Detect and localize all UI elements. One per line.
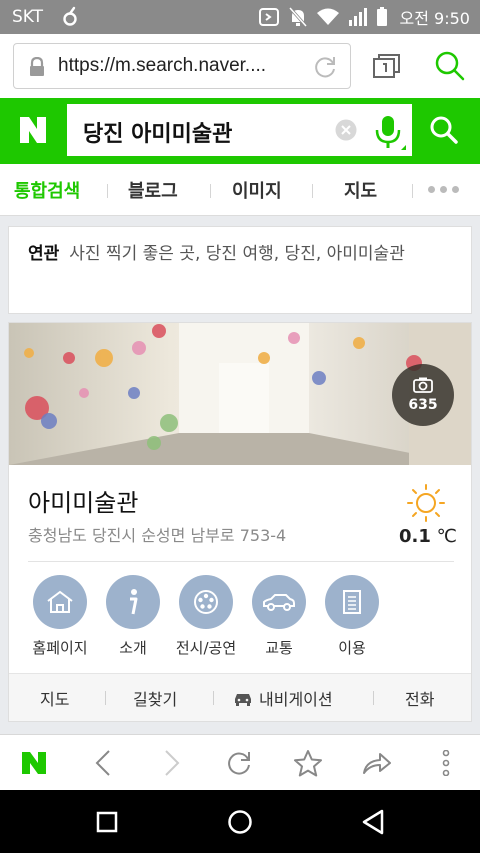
search-icon[interactable] <box>434 50 466 82</box>
more-menu-button[interactable] <box>429 747 463 779</box>
lock-icon <box>30 57 44 76</box>
related-searches: 연관 사진 찍기 좋은 곳, 당진 여행, 당진, 아미미술관 <box>8 226 472 314</box>
info-icon <box>130 589 138 615</box>
signal-icon <box>348 8 367 26</box>
recent-apps-button[interactable] <box>93 808 121 836</box>
tab-divider <box>312 184 313 198</box>
naver-home-button[interactable] <box>17 747 51 779</box>
tabs-icon[interactable] <box>372 53 402 79</box>
naver-search-header: 당진 아미미술관 <box>0 98 480 164</box>
shortcut-label: 전시/공연 <box>175 639 237 657</box>
home-icon <box>47 590 73 613</box>
naver-logo[interactable] <box>19 116 47 144</box>
shortcut-intro[interactable]: 소개 <box>98 575 168 658</box>
bookmark-button[interactable] <box>291 747 325 779</box>
related-label: 연관 <box>28 244 60 264</box>
back-nav-button[interactable] <box>359 808 387 836</box>
search-icon <box>430 116 458 144</box>
wifi-icon <box>316 8 339 25</box>
camera-icon <box>413 377 433 393</box>
search-input[interactable]: 당진 아미미술관 <box>67 104 412 156</box>
mute-icon <box>288 7 307 27</box>
temperature-unit: ℃ <box>436 526 457 547</box>
document-icon <box>343 590 361 614</box>
naver-logo <box>22 752 46 774</box>
place-actions: 지도 길찾기 내비게이션 전화 <box>9 673 471 721</box>
forward-button[interactable] <box>155 747 189 779</box>
tab-divider <box>412 184 413 198</box>
chevron-right-icon <box>165 750 180 776</box>
status-bar: SKT 오전 9:50 <box>0 0 480 34</box>
place-photo[interactable]: 635 <box>9 323 471 465</box>
tab-divider <box>107 184 108 198</box>
shortcut-transport[interactable]: 교통 <box>244 575 314 658</box>
place-address: 충청남도 당진시 순성면 남부로 753-4 <box>28 526 287 545</box>
back-button[interactable] <box>86 747 120 779</box>
square-icon <box>96 811 118 833</box>
photo-count: 635 <box>408 397 438 413</box>
browser-url-bar: https://m.search.naver.... <box>0 34 480 98</box>
car-icon <box>235 694 251 706</box>
footer-divider <box>105 691 106 705</box>
refresh-button[interactable] <box>222 747 256 779</box>
directions-link[interactable]: 길찾기 <box>133 686 177 710</box>
related-keywords[interactable]: 사진 찍기 좋은 곳, 당진 여행, 당진, 아미미술관 <box>69 244 405 264</box>
place-card: 635 아미미술관 충청남도 당진시 순성면 남부로 753-4 0.1 ℃ 홈… <box>8 322 472 722</box>
footer-divider <box>373 691 374 705</box>
shortcut-label: 교통 <box>265 639 293 657</box>
star-icon <box>294 750 322 777</box>
battery-icon <box>376 7 387 26</box>
shortcut-exhibition[interactable]: 전시/공연 <box>171 575 241 658</box>
clear-icon[interactable] <box>335 119 357 141</box>
shortcut-label: 이용 <box>338 639 366 657</box>
reload-icon <box>228 752 250 775</box>
photo-count-badge[interactable]: 635 <box>392 364 454 426</box>
more-vertical-icon <box>442 750 450 776</box>
chevron-left-icon <box>95 750 110 776</box>
place-name[interactable]: 아미미술관 <box>28 483 138 518</box>
shortcut-usage[interactable]: 이용 <box>317 575 387 658</box>
shortcut-homepage[interactable]: 홈페이지 <box>25 575 95 658</box>
divider <box>28 561 454 562</box>
carrier-label: SKT <box>12 7 44 27</box>
triangle-back-icon <box>362 809 384 835</box>
shortcut-label: 홈페이지 <box>32 639 88 657</box>
tab-image[interactable]: 이미지 <box>232 177 282 203</box>
sun-icon <box>407 484 445 522</box>
share-button[interactable] <box>360 747 394 779</box>
share-arrow-icon <box>363 753 391 774</box>
footer-divider <box>213 691 214 705</box>
address-field[interactable]: https://m.search.naver.... <box>13 43 351 89</box>
search-category-tabs: 통합검색 블로그 이미지 지도 <box>0 164 480 216</box>
search-submit-button[interactable] <box>414 104 474 156</box>
system-navigation-bar <box>0 790 480 853</box>
temperature-value: 0.1 <box>399 526 431 547</box>
clock: 오전 9:50 <box>399 9 470 28</box>
circle-icon <box>228 810 252 834</box>
tab-blog[interactable]: 블로그 <box>128 177 178 203</box>
key-icon <box>63 6 77 26</box>
shortcut-label: 소개 <box>119 639 147 657</box>
map-link[interactable]: 지도 <box>40 686 69 710</box>
tab-all[interactable]: 통합검색 <box>14 177 80 203</box>
film-reel-icon <box>194 590 218 614</box>
navigation-label: 내비게이션 <box>259 690 333 709</box>
browser-toolbar <box>0 734 480 790</box>
search-query-text: 당진 아미미술관 <box>83 122 233 147</box>
screen: SKT 오전 9:50 https://m.search.naver.... 당… <box>0 0 480 853</box>
tab-divider <box>210 184 211 198</box>
temperature: 0.1 ℃ <box>399 526 457 547</box>
reload-icon[interactable] <box>312 54 338 80</box>
navigation-link[interactable]: 내비게이션 <box>233 686 333 710</box>
microphone-icon[interactable] <box>371 114 407 152</box>
car-icon <box>263 594 295 611</box>
tab-map[interactable]: 지도 <box>344 177 377 203</box>
call-link[interactable]: 전화 <box>405 686 434 710</box>
nfc-icon <box>258 8 279 26</box>
home-button[interactable] <box>226 808 254 836</box>
url-text: https://m.search.naver.... <box>58 55 267 76</box>
more-tabs-icon[interactable] <box>428 186 459 193</box>
